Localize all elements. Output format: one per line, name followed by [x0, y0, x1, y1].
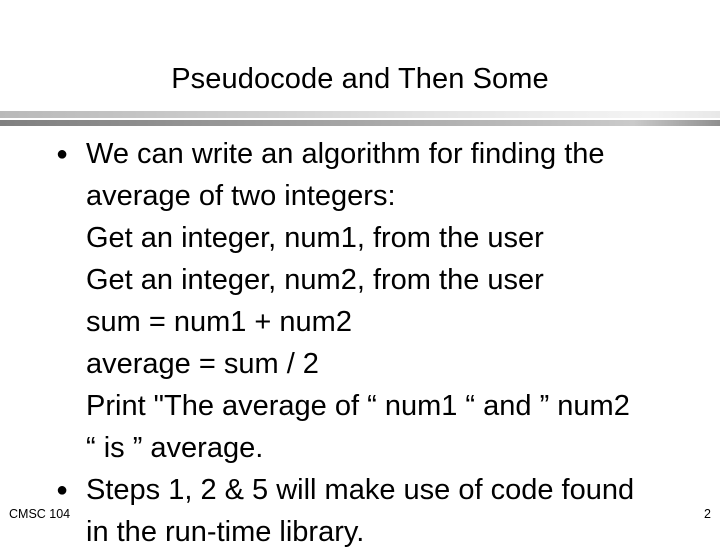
footer-page-number: 2 — [704, 507, 711, 521]
body-line: ● We can write an algorithm for finding t… — [56, 133, 696, 175]
body-line: Print "The average of “ num1 “ and ” num… — [56, 385, 696, 427]
body-line-text: Get an integer, num2, from the user — [86, 264, 544, 296]
slide-title-area: Pseudocode and Then Some — [0, 62, 720, 96]
body-line-text: Steps 1, 2 & 5 will make use of code fou… — [86, 474, 635, 506]
body-line: sum = num1 + num2 — [56, 301, 696, 343]
page-title: Pseudocode and Then Some — [171, 63, 549, 95]
bullet-icon: ● — [56, 143, 69, 165]
body-line-text: Print "The average of “ num1 “ and ” num… — [86, 390, 630, 422]
body-line-text: average = sum / 2 — [86, 348, 319, 380]
title-divider-bar-bottom — [0, 120, 720, 126]
body-line-text: sum = num1 + num2 — [86, 306, 352, 338]
bullet-icon: ● — [56, 479, 69, 501]
slide-canvas: Pseudocode and Then Some ● We can write a… — [0, 0, 720, 548]
body-line: “ is ” average. — [56, 427, 696, 469]
body-line: ● Steps 1, 2 & 5 will make use of code fo… — [56, 469, 696, 511]
slide-body: ● We can write an algorithm for finding t… — [56, 133, 696, 553]
title-divider-bar-top — [0, 111, 720, 118]
body-line-text: average of two integers: — [86, 180, 396, 212]
body-line-text: “ is ” average. — [86, 432, 264, 464]
body-line-text: Get an integer, num1, from the user — [86, 222, 544, 254]
body-line: average of two integers: — [56, 175, 696, 217]
body-line: average = sum / 2 — [56, 343, 696, 385]
body-line-text: We can write an algorithm for finding th… — [86, 138, 605, 170]
body-line: Get an integer, num2, from the user — [56, 259, 696, 301]
body-line: Get an integer, num1, from the user — [56, 217, 696, 259]
